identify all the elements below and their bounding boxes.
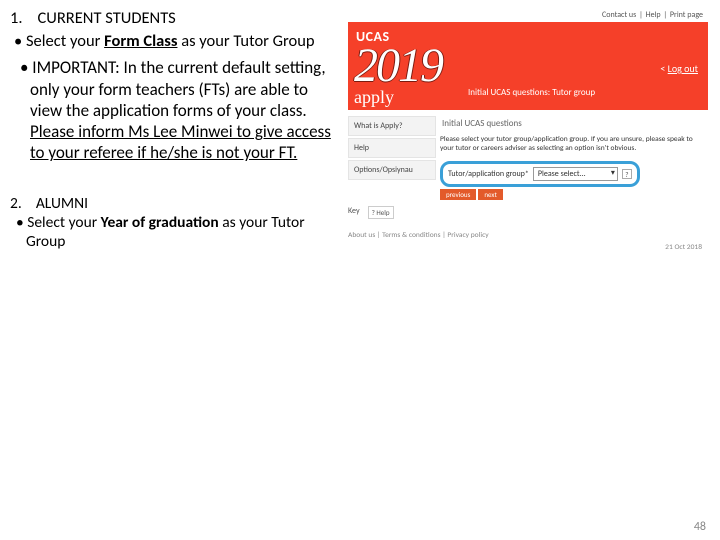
banner: UCAS 2019 apply Initial UCAS questions: … <box>348 22 708 110</box>
b3-bold: Year of graduation <box>101 213 219 232</box>
item2-title: ALUMNI <box>36 194 88 213</box>
bullet-alumni: • Select your Year of graduation as your… <box>10 213 340 252</box>
bullet-important: • IMPORTANT: In the current default sett… <box>10 57 340 163</box>
help-icon[interactable]: ? <box>622 169 632 179</box>
link-help[interactable]: Help <box>646 10 661 20</box>
logout-text: Log out <box>668 62 698 75</box>
help-badge: ? Help <box>368 206 394 219</box>
sidebar-what-is-apply[interactable]: What is Apply? <box>348 116 436 136</box>
link-print[interactable]: Print page <box>670 10 703 20</box>
item1-number: 1. <box>10 8 23 28</box>
link-contact[interactable]: Contact us <box>602 10 636 20</box>
bullet-form-class: • Select your Form Class as your Tutor G… <box>10 31 340 52</box>
main-text: Please select your tutor group/applicati… <box>440 135 704 153</box>
logout-link[interactable]: < Log out <box>660 62 698 75</box>
banner-subtitle: Initial UCAS questions: Tutor group <box>468 87 595 98</box>
tutor-group-select[interactable]: Please select... <box>533 167 618 181</box>
footer-date: 21 Oct 2018 <box>665 243 702 252</box>
ucas-screenshot: Contact us | Help | Print page UCAS 2019… <box>348 8 708 252</box>
b1-bold: Form Class <box>104 31 177 51</box>
select-label: Tutor/application group* <box>448 169 529 179</box>
item1-title: CURRENT STUDENTS <box>37 8 175 28</box>
b3-pre: • Select your <box>16 213 101 232</box>
item2-number: 2. <box>10 194 22 213</box>
b2-underline: Please inform Ms Lee Minwei to give acce… <box>30 121 331 163</box>
sidebar-options[interactable]: Options/Opsiynau <box>348 160 436 180</box>
logout-chevron: < <box>660 62 667 75</box>
top-links: Contact us | Help | Print page <box>348 8 708 22</box>
sidebar-help[interactable]: Help <box>348 138 436 158</box>
main-header: Initial UCAS questions <box>442 118 704 129</box>
sidebar: What is Apply? Help Options/Opsiynau <box>348 116 436 200</box>
slide-number: 48 <box>694 520 706 534</box>
footer-links: About us | Terms & conditions | Privacy … <box>348 231 708 240</box>
year-graphic: 2019 <box>354 44 442 87</box>
next-button[interactable]: next <box>478 189 502 200</box>
key-label: Key <box>348 206 360 216</box>
b2-pre: • IMPORTANT: In the current default sett… <box>20 57 326 121</box>
previous-button[interactable]: previous <box>440 189 476 200</box>
b1-post: as your Tutor Group <box>177 31 314 51</box>
apply-text: apply <box>354 87 394 108</box>
b1-pre: • Select your <box>14 31 104 51</box>
tutor-group-highlight: Tutor/application group* Please select..… <box>440 161 640 187</box>
